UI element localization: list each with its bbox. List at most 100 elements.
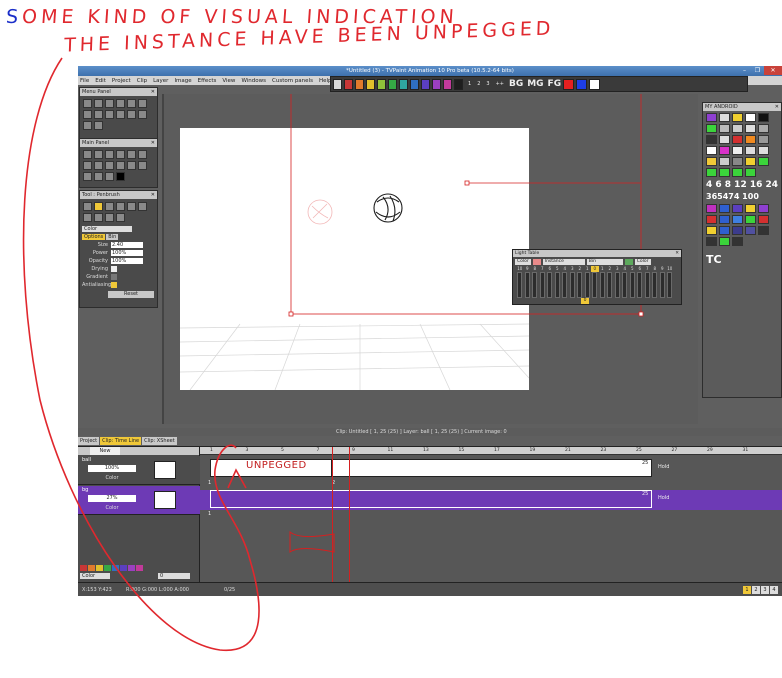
red-button-icon[interactable] (706, 215, 717, 224)
close-icon[interactable]: ✕ (675, 250, 679, 257)
green-label-icon[interactable] (758, 157, 769, 166)
blue-button-icon[interactable] (719, 215, 730, 224)
onion-opacity-slider[interactable] (659, 272, 665, 298)
brush-icon[interactable] (83, 110, 92, 119)
layer-opacity[interactable]: 27% (88, 495, 136, 502)
yellow-arrow-icon[interactable] (706, 226, 717, 235)
color-swatch[interactable] (366, 78, 375, 90)
close-icon[interactable]: ✕ (151, 88, 155, 96)
layer-group-label[interactable]: FG (548, 79, 562, 89)
layer-group-label[interactable]: BG (509, 79, 523, 89)
room-button-3[interactable]: 3 (761, 586, 769, 594)
onion-color-swatch[interactable] (532, 258, 541, 265)
instance-block[interactable] (332, 459, 652, 477)
picker-tool-icon[interactable] (138, 161, 147, 170)
color-swatch[interactable] (432, 78, 441, 90)
green-label-icon[interactable] (745, 168, 756, 177)
cut-button-icon[interactable] (758, 146, 769, 155)
bin-label[interactable]: 3 (486, 81, 489, 87)
menu-layer[interactable]: Layer (153, 78, 168, 84)
menu-file[interactable]: File (80, 78, 89, 84)
move-tool-icon[interactable] (105, 161, 114, 170)
onion-opacity-slider[interactable] (554, 272, 560, 298)
dark-button-icon[interactable] (706, 135, 717, 144)
size-input[interactable]: 2.40 (111, 242, 143, 248)
ink-button-icon[interactable] (706, 237, 717, 246)
blue-check-icon[interactable] (112, 565, 119, 571)
menu-clip[interactable]: Clip (137, 78, 147, 84)
tab-clip-xsheet[interactable]: Clip: XSheet (142, 437, 177, 445)
black-button-icon[interactable] (758, 113, 769, 122)
zoom-icon[interactable] (116, 110, 125, 119)
onion-opacity-slider[interactable] (524, 272, 530, 298)
green-arrow-icon[interactable] (745, 215, 756, 224)
layer-color-value[interactable]: 0 (158, 573, 190, 579)
onion-opacity-slider[interactable] (547, 272, 552, 298)
purple-button-icon[interactable] (706, 113, 717, 122)
ink-button-icon[interactable] (758, 226, 769, 235)
yellow-label-icon[interactable] (745, 157, 756, 166)
brush-button-icon[interactable] (719, 124, 730, 133)
crop-tool-icon[interactable] (116, 161, 125, 170)
folder-icon[interactable] (127, 99, 136, 108)
onion-opacity-slider[interactable] (539, 272, 545, 298)
rectangle-tool-icon[interactable] (105, 150, 114, 159)
eraser-icon[interactable] (94, 121, 103, 130)
timing-numbers-2[interactable]: 365474 100 (703, 191, 781, 202)
light-table-bin-select[interactable]: Bin (586, 258, 623, 265)
fill-tool-icon[interactable] (138, 150, 147, 159)
pencil-button-icon[interactable] (719, 113, 730, 122)
white-button-icon[interactable] (706, 146, 717, 155)
select-tool-icon[interactable] (83, 161, 92, 170)
onion-opacity-slider[interactable] (622, 272, 627, 298)
fg-color-swatch[interactable] (576, 78, 588, 90)
menu-edit[interactable]: Edit (95, 78, 106, 84)
timing-numbers[interactable]: 4 6 8 12 16 24 (703, 179, 781, 191)
light-table-current[interactable]: 0 (581, 298, 589, 304)
light-table-color-select-after[interactable]: Color (634, 258, 651, 265)
black-swatch-icon[interactable] (116, 172, 125, 181)
close-button[interactable]: ✕ (764, 66, 782, 75)
color-swatch[interactable] (454, 78, 463, 90)
onion-opacity-slider[interactable] (599, 272, 605, 298)
tab-project[interactable]: Project (78, 437, 100, 445)
menu-project[interactable]: Project (112, 78, 131, 84)
opacity-input[interactable]: 100% (111, 258, 143, 264)
frame-tool-icon[interactable] (105, 172, 114, 181)
light-table-color-select[interactable]: Color (515, 258, 531, 265)
orange-check-icon[interactable] (88, 565, 95, 571)
yellow-button-icon[interactable] (745, 204, 756, 213)
purple-button-icon[interactable] (732, 204, 743, 213)
text-tool-icon[interactable] (127, 161, 136, 170)
color-swatch[interactable] (333, 78, 342, 90)
play-button-icon[interactable] (732, 157, 743, 166)
brush-preset-icon[interactable] (94, 202, 103, 211)
onion-opacity-slider[interactable] (517, 272, 522, 298)
antialiasing-checkbox[interactable] (111, 282, 117, 288)
brush-preset-icon[interactable] (83, 213, 92, 222)
brush-preset-icon[interactable] (105, 202, 114, 211)
light-table-instance-select[interactable]: Instance (542, 258, 585, 265)
brush-preset-icon[interactable] (127, 202, 136, 211)
layer-color[interactable]: Color (88, 475, 136, 481)
tool-mode-select[interactable]: Color (82, 226, 132, 232)
tab-bin[interactable]: Bin (106, 234, 119, 240)
room-button-4[interactable]: 4 (770, 586, 778, 594)
onion-opacity-slider[interactable] (629, 272, 635, 298)
lock-icon[interactable] (105, 110, 114, 119)
maximize-button[interactable]: ❐ (751, 66, 764, 75)
ink-button-icon[interactable] (732, 237, 743, 246)
green-label-icon[interactable] (719, 168, 730, 177)
menu-effects[interactable]: Effects (198, 78, 217, 84)
new-layer-button[interactable]: New (90, 447, 120, 455)
red-arrow-icon[interactable] (758, 215, 769, 224)
onion-opacity-slider[interactable] (584, 272, 590, 298)
onion-opacity-slider[interactable] (577, 272, 582, 298)
shape-tool-icon[interactable] (127, 150, 136, 159)
green-label-icon[interactable] (706, 168, 717, 177)
onion-opacity-slider[interactable] (562, 272, 567, 298)
magenta-button-icon[interactable] (706, 204, 717, 213)
cross-button-icon[interactable] (732, 146, 743, 155)
color-swatch[interactable] (410, 78, 419, 90)
pencil-tool-icon[interactable] (83, 150, 92, 159)
